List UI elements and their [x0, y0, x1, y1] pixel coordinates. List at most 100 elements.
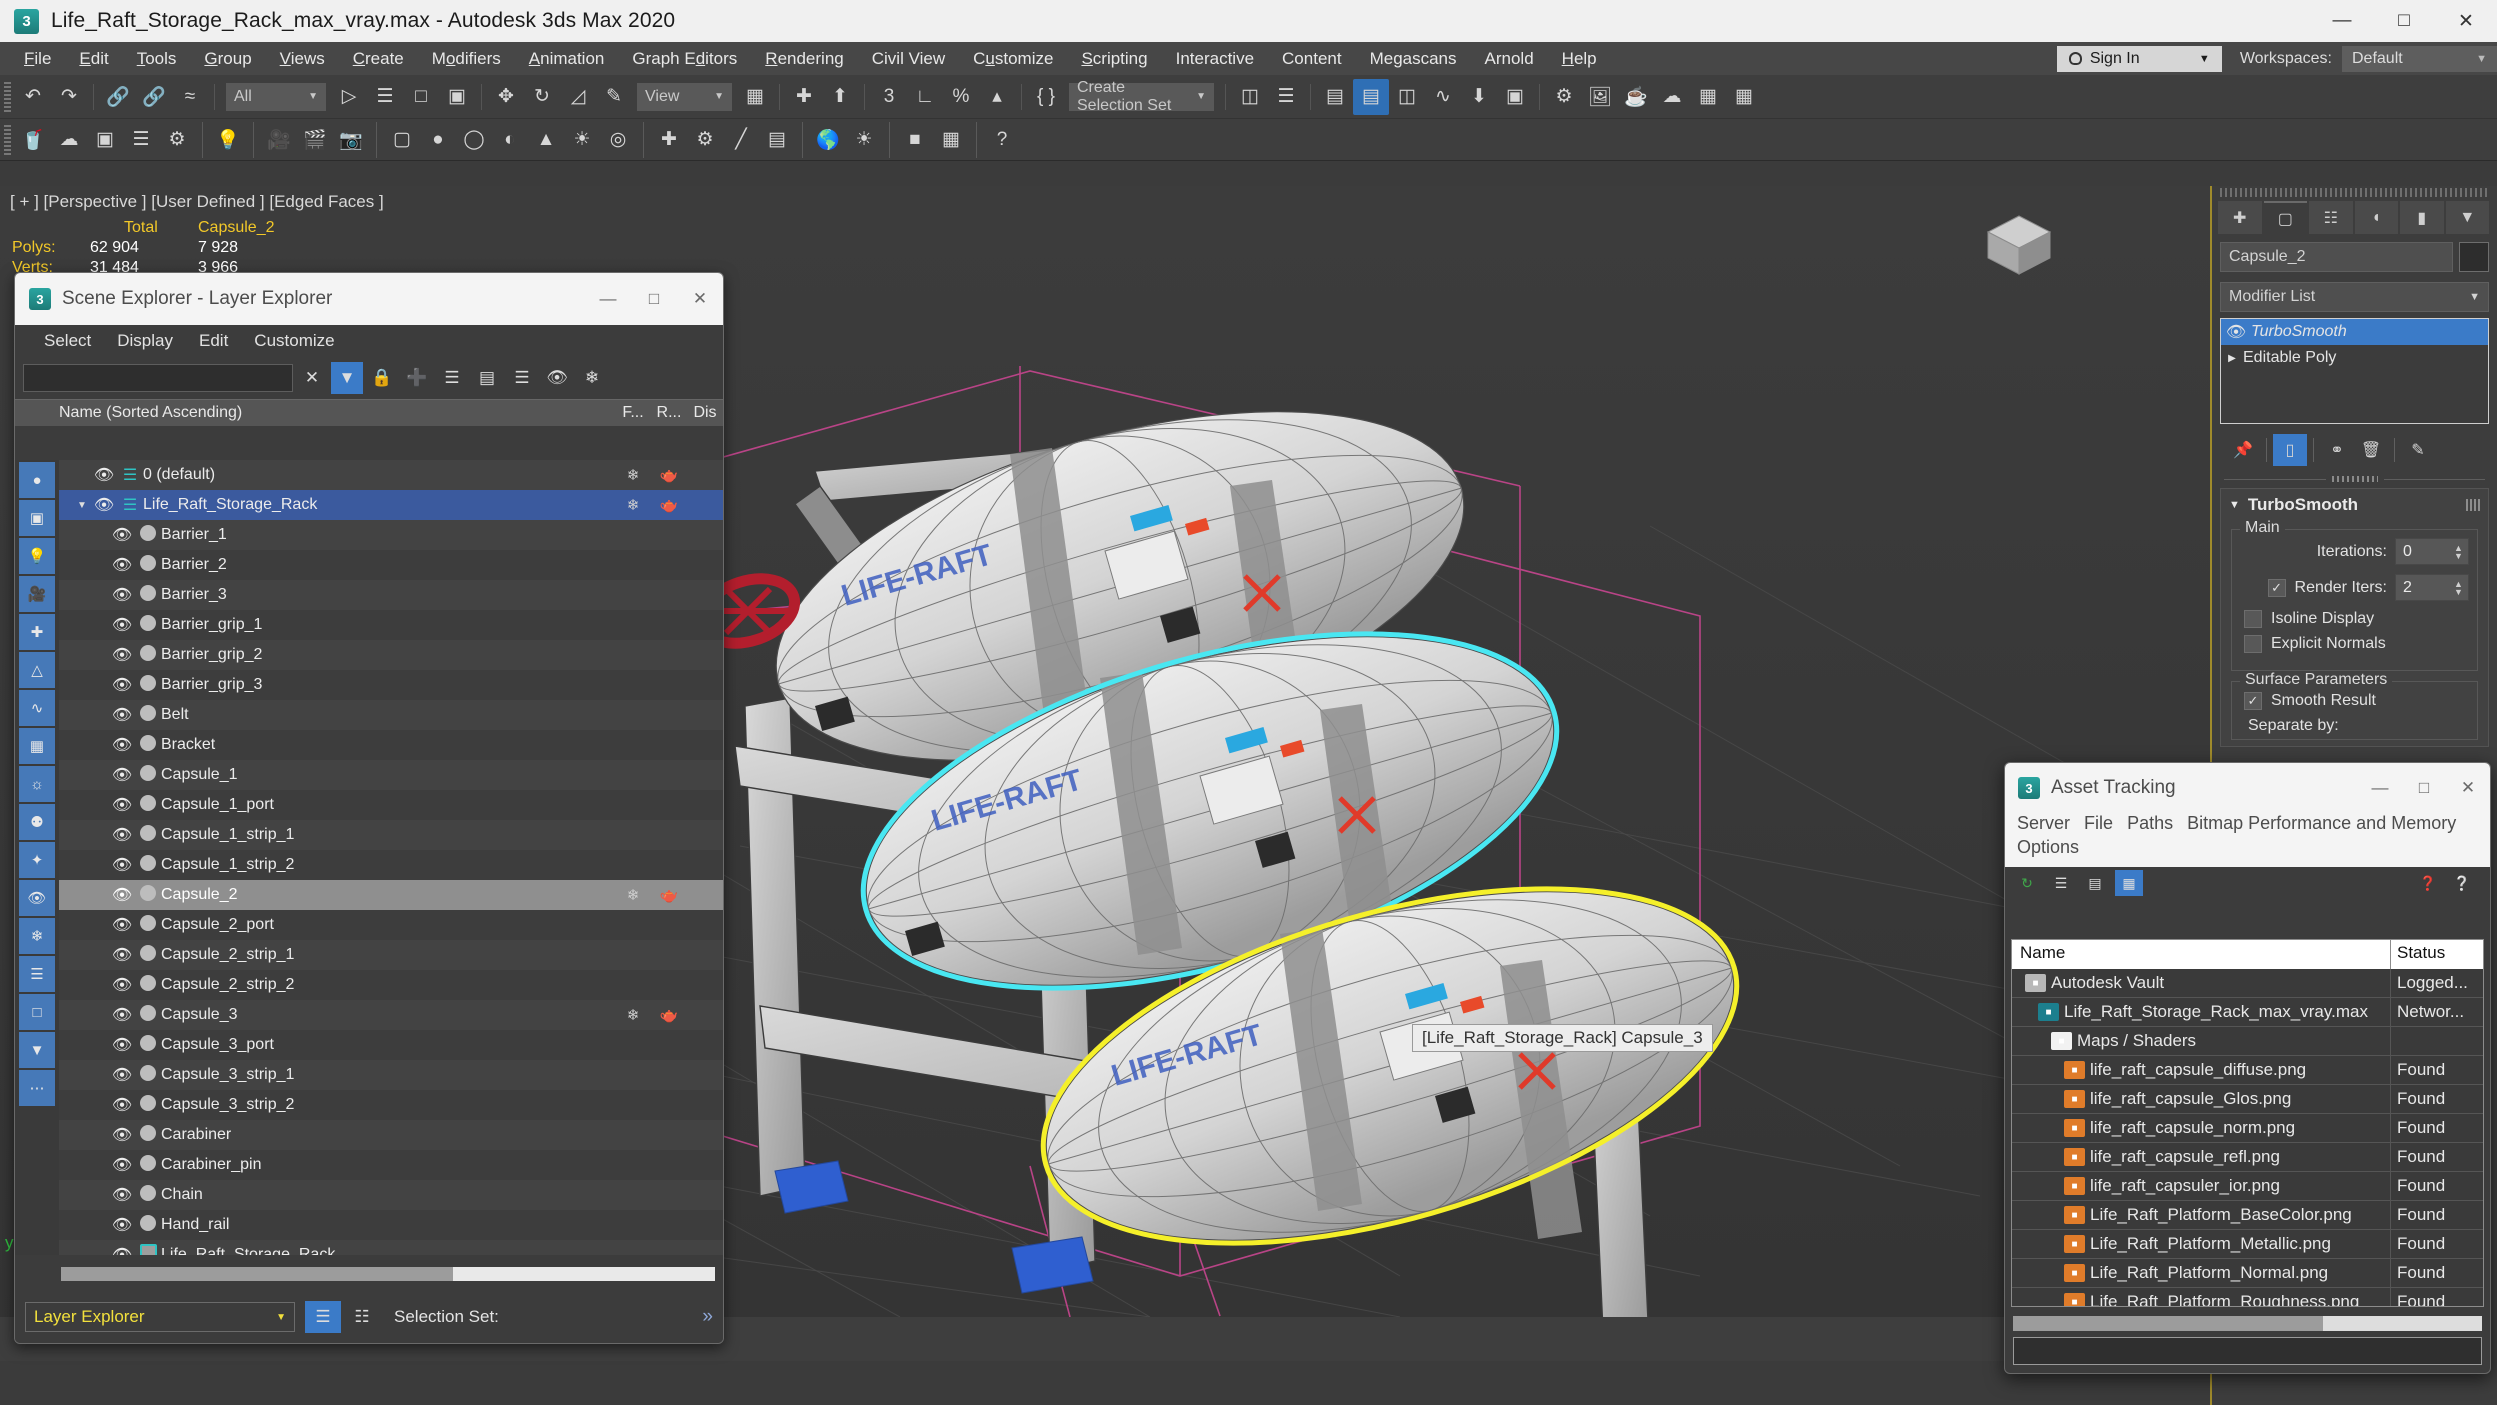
- list-view-icon[interactable]: ☰: [2047, 870, 2075, 896]
- window-crossing-icon[interactable]: ▣: [439, 79, 475, 115]
- asset-column-name[interactable]: Name: [2012, 940, 2391, 969]
- object-icon[interactable]: [135, 524, 161, 546]
- object-icon[interactable]: [135, 794, 161, 816]
- refresh-icon[interactable]: ↻: [2013, 870, 2041, 896]
- reference-coordinate-select[interactable]: View ▼: [637, 82, 732, 111]
- menu-item-views[interactable]: Views: [266, 42, 339, 75]
- object-icon[interactable]: [135, 584, 161, 606]
- modifier-list-select[interactable]: Modifier List ▼: [2220, 282, 2489, 312]
- select-and-place-icon[interactable]: ✎: [596, 79, 632, 115]
- tab-hierarchy[interactable]: ☷: [2309, 201, 2353, 234]
- object-icon[interactable]: [135, 1064, 161, 1086]
- rail-spacewarps-icon[interactable]: ∿: [19, 690, 55, 726]
- help-question-icon[interactable]: ❓: [2414, 870, 2442, 896]
- command-panel-grip[interactable]: [2220, 188, 2489, 197]
- clear-search-icon[interactable]: ✕: [296, 362, 328, 394]
- eye-icon[interactable]: 👁: [109, 585, 135, 605]
- rollout-title-bar[interactable]: ▼ TurboSmooth: [2221, 489, 2488, 519]
- smooth-result-row[interactable]: ✓ Smooth Result: [2244, 692, 2469, 710]
- frozen-cell[interactable]: ❄: [615, 466, 651, 484]
- object-icon[interactable]: [135, 554, 161, 576]
- column-render[interactable]: R...: [651, 404, 687, 422]
- show-end-result-icon[interactable]: ▯: [2273, 434, 2307, 466]
- object-color-swatch[interactable]: [2459, 242, 2489, 272]
- sign-in-button[interactable]: Sign In ▼: [2056, 45, 2222, 72]
- modifier-stack[interactable]: 👁 TurboSmooth ▶ Editable Poly: [2220, 318, 2489, 424]
- eye-icon[interactable]: 👁: [2221, 322, 2251, 342]
- eye-icon[interactable]: 👁: [91, 465, 117, 485]
- eye-icon[interactable]: 👁: [109, 795, 135, 815]
- scene-tree-row[interactable]: 👁 Barrier_1: [59, 520, 723, 550]
- menu-item-scripting[interactable]: Scripting: [1067, 42, 1161, 75]
- view-cube[interactable]: [1980, 206, 2058, 284]
- menu-item-help[interactable]: Help: [1548, 42, 1611, 75]
- details-view-icon[interactable]: ▤: [2081, 870, 2109, 896]
- asset-row[interactable]: ■ Life_Raft_Platform_Roughness.png Found: [2012, 1288, 2483, 1306]
- rail-layers-icon[interactable]: ☰: [19, 956, 55, 992]
- hierarchy-view-icon[interactable]: ☷: [344, 1301, 380, 1333]
- viewport-label[interactable]: [ + ] [Perspective ] [User Defined ] [Ed…: [10, 192, 384, 212]
- scene-tree-row[interactable]: 👁 Capsule_3 ❄ 🫖: [59, 1000, 723, 1030]
- scene-tree-row[interactable]: 👁 Barrier_grip_3: [59, 670, 723, 700]
- schematic-view-icon[interactable]: ⬇: [1461, 79, 1497, 115]
- object-icon[interactable]: [135, 614, 161, 636]
- scene-menu-display[interactable]: Display: [104, 331, 186, 351]
- eye-icon[interactable]: 👁: [109, 705, 135, 725]
- maximize-icon[interactable]: □: [2373, 0, 2435, 42]
- add-layer-icon[interactable]: ➕: [401, 362, 433, 394]
- scene-tree-row[interactable]: 👁 Barrier_grip_2: [59, 640, 723, 670]
- eye-icon[interactable]: 👁: [109, 1035, 135, 1055]
- scene-tree-row[interactable]: 👁 Capsule_3_strip_2: [59, 1090, 723, 1120]
- smooth-result-checkbox[interactable]: ✓: [2244, 692, 2262, 710]
- eye-icon[interactable]: 👁: [109, 885, 135, 905]
- select-and-move-icon[interactable]: ✥: [488, 79, 524, 115]
- select-by-name-icon[interactable]: ☰: [367, 79, 403, 115]
- expand-arrow-icon[interactable]: ▶: [2221, 353, 2243, 364]
- arnold-props-icon[interactable]: ▦: [933, 122, 969, 158]
- column-name[interactable]: Name (Sorted Ascending): [15, 404, 615, 422]
- scene-tree-row[interactable]: 👁 Capsule_1: [59, 760, 723, 790]
- minimize-icon[interactable]: —: [585, 273, 631, 325]
- eye-icon[interactable]: 👁: [109, 855, 135, 875]
- toggle-scene-explorer-icon[interactable]: ▤: [1317, 79, 1353, 115]
- rendered-frame-window-icon[interactable]: 🖼: [1582, 79, 1618, 115]
- scene-explorer-horizontal-scrollbar[interactable]: [61, 1267, 715, 1281]
- rectangular-selection-region-icon[interactable]: □: [403, 79, 439, 115]
- object-icon[interactable]: [135, 944, 161, 966]
- rail-selection-icon[interactable]: □: [19, 994, 55, 1030]
- tab-motion[interactable]: ◖: [2354, 201, 2398, 234]
- column-display[interactable]: Dis: [687, 404, 723, 422]
- menu-item-megascans[interactable]: Megascans: [1356, 42, 1471, 75]
- remove-modifier-icon[interactable]: 🗑: [2354, 434, 2388, 466]
- select-layer-children-icon[interactable]: ▤: [471, 362, 503, 394]
- helper-point-icon[interactable]: ✚: [651, 122, 687, 158]
- eye-icon[interactable]: 👁: [109, 735, 135, 755]
- eye-icon[interactable]: 👁: [109, 1185, 135, 1205]
- menu-item-edit[interactable]: Edit: [65, 42, 122, 75]
- align-icon[interactable]: ☰: [1268, 79, 1304, 115]
- asset-row[interactable]: ■ Maps / Shaders: [2012, 1027, 2483, 1056]
- eye-icon[interactable]: 👁: [91, 495, 117, 515]
- rail-more-icon[interactable]: ⋯: [19, 1070, 55, 1106]
- add-selection-to-layer-icon[interactable]: ☰: [436, 362, 468, 394]
- object-icon[interactable]: [135, 674, 161, 696]
- scene-tree-row[interactable]: 👁 Carabiner_pin: [59, 1150, 723, 1180]
- material-editor-icon[interactable]: ▣: [1497, 79, 1533, 115]
- eye-icon[interactable]: 👁: [109, 675, 135, 695]
- render-setup-icon[interactable]: ⚙: [1546, 79, 1582, 115]
- select-and-link-icon[interactable]: 🔗: [100, 79, 136, 115]
- help-secondary-icon[interactable]: ❔: [2448, 870, 2476, 896]
- object-icon[interactable]: [135, 1184, 161, 1206]
- eye-icon[interactable]: 👁: [109, 975, 135, 995]
- asset-tracking-horizontal-scrollbar[interactable]: [2013, 1316, 2482, 1331]
- curve-editor-icon[interactable]: ∿: [1425, 79, 1461, 115]
- modifier-stack-item-turbosmooth[interactable]: 👁 TurboSmooth: [2221, 319, 2488, 345]
- filter-funnel-icon[interactable]: ▼: [331, 362, 363, 394]
- menu-item-group[interactable]: Group: [190, 42, 265, 75]
- scene-tree-row[interactable]: 👁 Capsule_3_port: [59, 1030, 723, 1060]
- asset-menu-paths[interactable]: Paths: [2127, 813, 2182, 837]
- scene-tree-row[interactable]: 👁 Chain: [59, 1180, 723, 1210]
- menu-item-tools[interactable]: Tools: [123, 42, 191, 75]
- maximize-icon[interactable]: □: [2402, 763, 2446, 813]
- camera-target-icon[interactable]: 🎬: [297, 122, 333, 158]
